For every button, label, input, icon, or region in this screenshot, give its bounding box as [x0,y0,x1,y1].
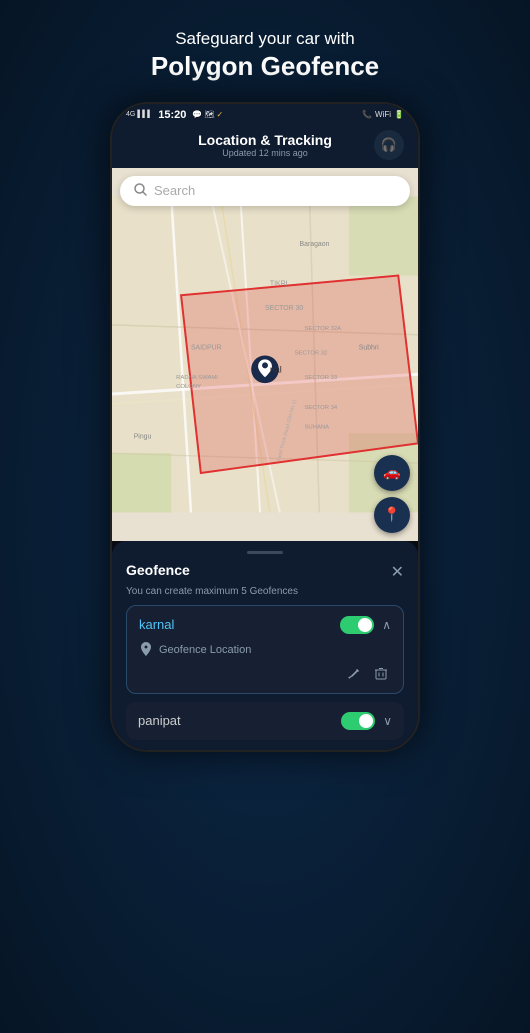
geofence-name-panipat: panipat [138,713,181,728]
svg-text:SAIDPUR: SAIDPUR [191,344,222,351]
signal-bars: ▌▌▌ [137,111,152,118]
car-icon: 🚗 [383,464,400,481]
geofence-toggle-karnal[interactable] [340,616,374,634]
panel-title: Geofence [126,562,190,578]
svg-text:SECTOR 30: SECTOR 30 [265,305,303,312]
panel-subtitle: You can create maximum 5 Geofences [126,586,404,597]
car-location-button[interactable]: 🚗 [374,455,410,491]
geofence-name-karnal: karnal [139,617,174,632]
geofence-location-row: Geofence Location [139,642,391,659]
battery-icon: 🔋 [394,110,404,119]
location-pin-icon [141,642,151,659]
phone-shell: 4G ▌▌▌ 15:20 💬 🗺 ✓ 📞 WiFi 🔋 Location & T… [110,102,420,752]
search-icon [134,183,147,199]
svg-text:Subhri: Subhri [359,344,379,351]
headphone-button[interactable]: 🎧 [374,130,404,160]
svg-text:SUHANA: SUHANA [304,424,329,430]
svg-text:SECTOR 32: SECTOR 32 [295,350,328,356]
svg-text:SECTOR 32A: SECTOR 32A [304,326,341,332]
chevron-down-icon[interactable]: ∨ [383,714,392,728]
panel-header: Geofence ✕ [126,562,404,582]
svg-text:COLONY: COLONY [176,384,201,390]
pin-icon: 📍 [383,506,400,523]
svg-text:RADHA SWAMI: RADHA SWAMI [176,375,218,381]
map-area[interactable]: Search [112,168,418,541]
chevron-up-icon[interactable]: ∧ [382,618,391,632]
geofence-card-karnal: karnal ∧ Geofence Location [126,605,404,694]
status-bar: 4G ▌▌▌ 15:20 💬 🗺 ✓ 📞 WiFi 🔋 [112,104,418,124]
signal-icon: 4G [126,111,135,118]
app-header: Location & Tracking Updated 12 mins ago … [112,124,418,168]
geofence-row-panipat: panipat ∨ [126,702,404,740]
pin-location-button[interactable]: 📍 [374,497,410,533]
geofence-card-header: karnal ∧ [139,616,391,634]
geofence-controls-panipat: ∨ [341,712,392,730]
svg-text:SECTOR 33: SECTOR 33 [304,375,337,381]
status-right: 📞 WiFi 🔋 [362,110,404,119]
fab-container: 🚗 📍 [374,455,410,533]
svg-text:nal: nal [270,364,282,374]
status-time: 15:20 [158,109,186,121]
search-bar[interactable]: Search [120,176,410,206]
whatsapp-icon: 💬 [192,110,202,119]
svg-text:TIKRI: TIKRI [270,280,288,287]
panel-close-button[interactable]: ✕ [391,562,404,582]
geofence-controls: ∧ [340,616,391,634]
header-center: Location & Tracking Updated 12 mins ago [156,132,374,158]
svg-text:Baragaon: Baragaon [300,241,330,248]
geofence-location-text: Geofence Location [159,644,251,656]
check-icon: ✓ [217,110,224,119]
app-subtitle: Updated 12 mins ago [156,148,374,158]
wifi-icon: WiFi [375,110,391,119]
geofence-panel: Geofence ✕ You can create maximum 5 Geof… [112,541,418,750]
geofence-actions [139,667,391,683]
headline-main: Polygon Geofence [151,50,379,84]
svg-text:SECTOR 34: SECTOR 34 [304,405,337,411]
geofence-toggle-panipat[interactable] [341,712,375,730]
app-title: Location & Tracking [156,132,374,148]
drag-handle[interactable] [247,551,283,554]
map-icon: 🗺 [204,110,214,119]
status-left: 4G ▌▌▌ 15:20 💬 🗺 ✓ [126,109,223,121]
headline: Safeguard your car with Polygon Geofence [151,28,379,84]
headphone-icon: 🎧 [381,137,397,153]
search-placeholder: Search [154,183,195,198]
svg-text:Pingu: Pingu [134,433,152,440]
edit-icon[interactable] [348,667,361,683]
delete-icon[interactable] [375,667,387,683]
headline-sub: Safeguard your car with [151,28,379,50]
map-svg: nal Baragaon TIKRI SECTOR 30 SECTOR 32A … [112,168,418,541]
call-icon: 📞 [362,110,372,119]
